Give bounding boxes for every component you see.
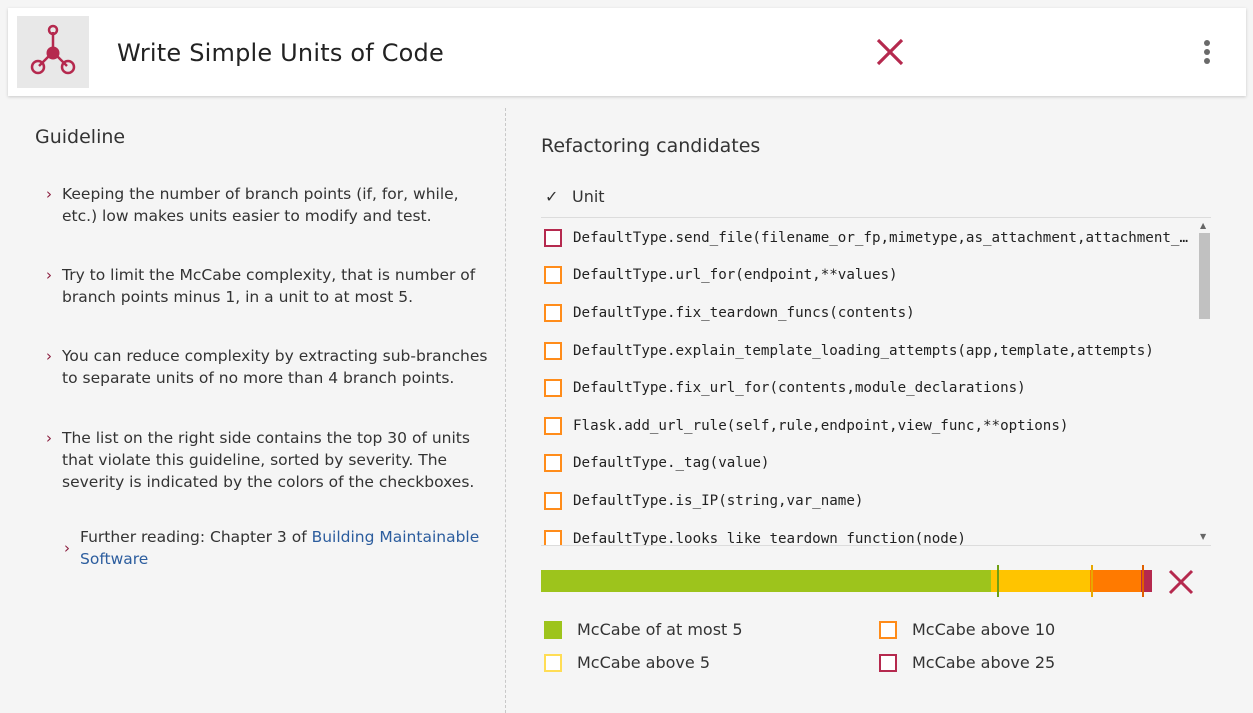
threshold-marker bbox=[1091, 565, 1093, 597]
unit-checkbox[interactable] bbox=[544, 379, 562, 398]
guideline-item: › The list on the right side contains th… bbox=[46, 429, 475, 491]
further-reading: › Further reading: Chapter 3 of Building… bbox=[64, 528, 480, 568]
header-bar: Write Simple Units of Code bbox=[8, 8, 1246, 96]
guideline-item: › You can reduce complexity by extractin… bbox=[46, 347, 488, 387]
scroll-up-icon[interactable]: ▲ bbox=[1200, 221, 1206, 230]
unit-row[interactable]: DefaultType.explain_template_loading_att… bbox=[541, 332, 1195, 370]
chevron-right-icon: › bbox=[46, 185, 52, 203]
unit-checkbox[interactable] bbox=[544, 416, 562, 435]
unit-name: DefaultType.send_file(filename_or_fp,mim… bbox=[573, 229, 1195, 246]
unit-name: DefaultType.is_IP(string,var_name) bbox=[573, 492, 864, 509]
refactoring-title: Refactoring candidates bbox=[541, 135, 761, 157]
clear-filter-icon[interactable] bbox=[1166, 567, 1196, 597]
guideline-title: Guideline bbox=[35, 126, 126, 148]
chevron-right-icon: › bbox=[46, 266, 52, 284]
legend-swatch bbox=[544, 621, 562, 639]
legend-swatch bbox=[879, 621, 897, 639]
guideline-item: › Try to limit the McCabe complexity, th… bbox=[46, 266, 476, 306]
unit-row[interactable]: DefaultType.fix_url_for(contents,module_… bbox=[541, 369, 1195, 407]
unit-checkbox[interactable] bbox=[544, 266, 562, 285]
threshold-marker bbox=[997, 565, 999, 597]
unit-name: DefaultType.explain_template_loading_att… bbox=[573, 342, 1154, 359]
kebab-menu-icon[interactable] bbox=[1200, 40, 1214, 66]
unit-name: DefaultType.fix_teardown_funcs(contents) bbox=[573, 304, 915, 321]
unit-checkbox[interactable] bbox=[544, 341, 562, 360]
unit-column-header[interactable]: ✓ Unit bbox=[541, 178, 1211, 218]
logo bbox=[17, 16, 89, 88]
checkmark-icon: ✓ bbox=[545, 187, 559, 206]
unit-row[interactable]: DefaultType._tag(value) bbox=[541, 445, 1195, 483]
unit-row[interactable]: DefaultType.fix_teardown_funcs(contents) bbox=[541, 294, 1195, 332]
legend-swatch bbox=[879, 654, 897, 672]
unit-row[interactable]: DefaultType.is_IP(string,var_name) bbox=[541, 482, 1195, 520]
severity-segment-above-10[interactable] bbox=[1090, 570, 1141, 592]
threshold-marker bbox=[1142, 565, 1144, 597]
list-scrollbar[interactable]: ▲ ▼ bbox=[1198, 219, 1211, 546]
unit-list: DefaultType.send_file(filename_or_fp,mim… bbox=[541, 219, 1211, 546]
severity-distribution-bar bbox=[541, 570, 1152, 592]
guideline-item: › Keeping the number of branch points (i… bbox=[46, 185, 459, 225]
close-icon[interactable] bbox=[874, 36, 906, 68]
unit-checkbox[interactable] bbox=[544, 228, 562, 247]
severity-segment-at-most-5[interactable] bbox=[541, 570, 992, 592]
chevron-right-icon: › bbox=[46, 347, 52, 365]
unit-name: Flask.add_url_rule(self,rule,endpoint,vi… bbox=[573, 417, 1069, 434]
severity-segment-above-5[interactable] bbox=[991, 570, 1091, 592]
unit-checkbox[interactable] bbox=[544, 529, 562, 545]
panel-divider bbox=[505, 108, 506, 713]
unit-name: DefaultType.fix_url_for(contents,module_… bbox=[573, 380, 1026, 397]
chevron-right-icon: › bbox=[46, 429, 52, 447]
scrollbar-thumb[interactable] bbox=[1199, 233, 1210, 319]
unit-name: DefaultType._tag(value) bbox=[573, 455, 770, 472]
legend-swatch bbox=[544, 654, 562, 672]
unit-checkbox[interactable] bbox=[544, 454, 562, 473]
unit-name: DefaultType.url_for(endpoint,**values) bbox=[573, 267, 898, 284]
unit-row[interactable]: DefaultType.send_file(filename_or_fp,mim… bbox=[541, 219, 1195, 257]
unit-checkbox[interactable] bbox=[544, 303, 562, 322]
unit-row[interactable]: DefaultType.url_for(endpoint,**values) bbox=[541, 257, 1195, 295]
unit-name: DefaultType.looks_like_teardown_function… bbox=[573, 530, 966, 546]
page-title: Write Simple Units of Code bbox=[117, 39, 444, 67]
unit-row[interactable]: DefaultType.looks_like_teardown_function… bbox=[541, 520, 1195, 546]
scroll-down-icon[interactable]: ▼ bbox=[1200, 532, 1206, 541]
unit-row[interactable]: Flask.add_url_rule(self,rule,endpoint,vi… bbox=[541, 407, 1195, 445]
network-node-icon bbox=[30, 24, 76, 75]
chevron-right-icon: › bbox=[64, 539, 70, 557]
unit-checkbox[interactable] bbox=[544, 491, 562, 510]
